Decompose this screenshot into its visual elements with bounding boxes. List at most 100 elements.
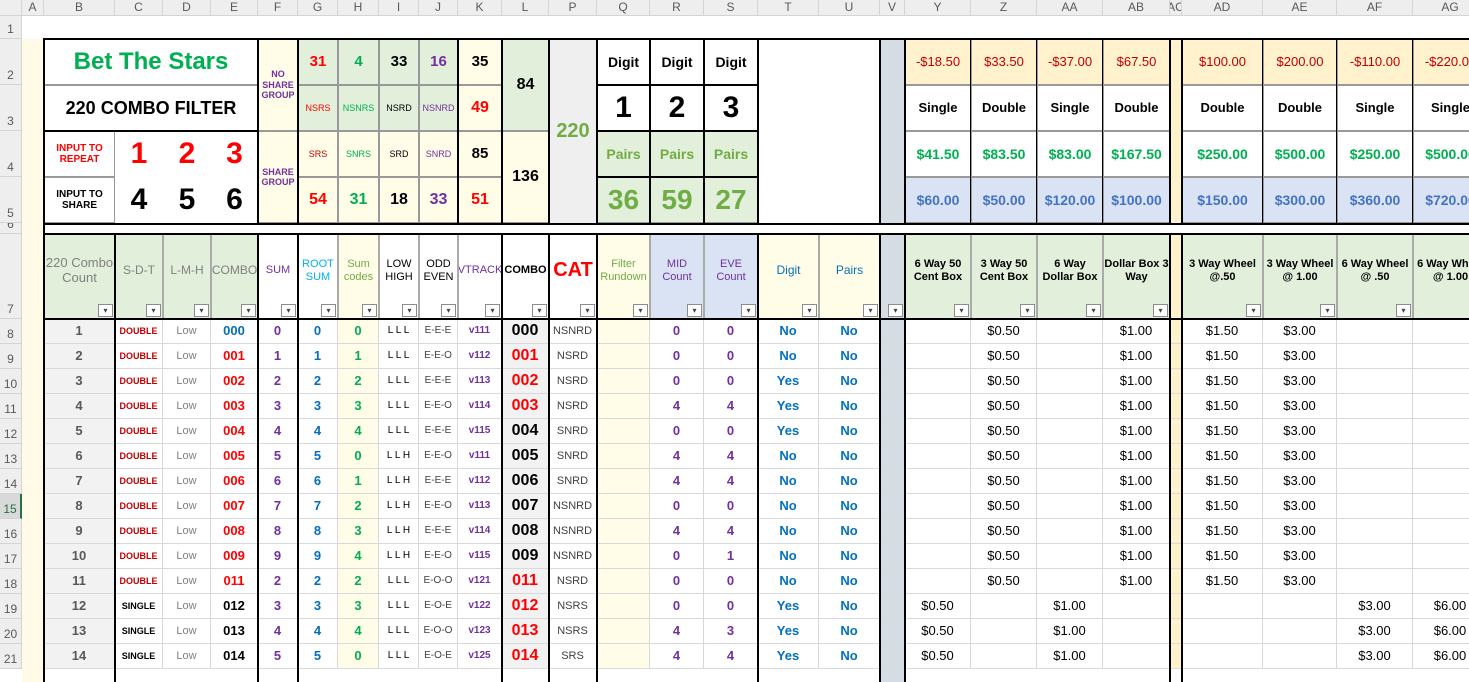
data-cell[interactable] [1182,594,1263,619]
data-cell[interactable]: $1.00 [1037,644,1103,669]
data-cell[interactable]: 2 [338,494,379,519]
data-cell[interactable]: 0 [338,319,379,344]
data-cell[interactable]: 3 [338,519,379,544]
data-cell[interactable]: L L L [379,569,419,594]
data-cell[interactable]: 2 [298,569,338,594]
data-cell[interactable]: 011 [211,569,258,594]
row-number[interactable]: 3 [0,85,22,131]
share-label[interactable]: SNRS [338,131,379,177]
data-cell[interactable]: 005 [211,444,258,469]
column-title[interactable]: 6 Way Wheel @ 1.00 [1413,234,1469,319]
data-cell[interactable]: No [819,569,880,594]
filter-dropdown-icon[interactable]: ▾ [281,304,296,317]
pairs-label[interactable]: Pairs [650,131,704,177]
data-cell[interactable]: 013 [502,619,549,644]
data-cell[interactable] [1337,419,1413,444]
data-cell[interactable]: $0.50 [971,494,1037,519]
profit-value[interactable]: -$37.00 [1037,39,1103,85]
column-header[interactable]: AD [1182,0,1263,16]
data-cell[interactable]: 8 [44,494,115,519]
filter-dropdown-icon[interactable]: ▾ [241,304,256,317]
filter-dropdown-icon[interactable]: ▾ [1320,304,1335,317]
data-cell[interactable]: $1.50 [1182,319,1263,344]
data-cell[interactable]: No [819,369,880,394]
cost-amount[interactable]: $60.00 [905,177,971,223]
filter-dropdown-icon[interactable]: ▾ [954,304,969,317]
data-cell[interactable]: 0 [704,319,758,344]
no-share-group-label[interactable]: NO SHARE GROUP [258,39,298,131]
data-cell[interactable]: 006 [502,469,549,494]
data-cell[interactable]: 014 [211,644,258,669]
data-cell[interactable]: 0 [704,369,758,394]
data-cell[interactable]: No [819,419,880,444]
filter-dropdown-icon[interactable]: ▾ [321,304,336,317]
data-cell[interactable]: $1.50 [1182,494,1263,519]
data-cell[interactable]: 007 [211,494,258,519]
data-cell[interactable]: 009 [502,544,549,569]
data-cell[interactable] [1037,519,1103,544]
data-cell[interactable] [880,519,905,544]
data-cell[interactable] [597,544,650,569]
data-cell[interactable]: $1.00 [1103,519,1170,544]
data-cell[interactable]: No [819,444,880,469]
data-cell[interactable]: 14 [44,644,115,669]
data-cell[interactable]: $3.00 [1263,569,1337,594]
play-type[interactable]: Single [905,85,971,131]
data-cell[interactable]: 4 [44,394,115,419]
data-cell[interactable]: 3 [338,394,379,419]
data-cell[interactable]: No [758,569,819,594]
filter-dropdown-icon[interactable]: ▾ [402,304,417,317]
data-cell[interactable]: 2 [258,569,298,594]
data-cell[interactable]: L L H [379,544,419,569]
play-type[interactable]: Single [1337,85,1413,131]
data-cell[interactable] [597,644,650,669]
data-cell[interactable]: $0.50 [971,394,1037,419]
data-cell[interactable]: 013 [211,619,258,644]
column-header[interactable]: Q [597,0,650,16]
data-cell[interactable]: L L H [379,469,419,494]
data-cell[interactable]: 3 [298,394,338,419]
ns-total[interactable]: 84 [502,39,549,131]
data-cell[interactable]: 9 [258,544,298,569]
data-cell[interactable] [1337,319,1413,344]
data-cell[interactable]: Low [163,369,211,394]
data-cell[interactable]: $1.00 [1103,369,1170,394]
column-header[interactable]: A [22,0,44,16]
data-cell[interactable]: No [819,394,880,419]
combo-total[interactable]: 220 [549,39,597,223]
data-cell[interactable] [597,444,650,469]
digit-value[interactable]: 3 [704,85,758,131]
data-cell[interactable] [880,644,905,669]
data-cell[interactable]: Low [163,319,211,344]
data-cell[interactable]: No [819,519,880,544]
data-cell[interactable]: E-E-E [419,419,458,444]
data-cell[interactable]: No [819,644,880,669]
data-cell[interactable]: $1.50 [1182,519,1263,544]
data-cell[interactable]: 4 [650,444,704,469]
data-cell[interactable]: $0.50 [971,519,1037,544]
digit-value[interactable]: 2 [650,85,704,131]
data-cell[interactable]: 4 [338,619,379,644]
data-cell[interactable]: 0 [650,594,704,619]
data-cell[interactable]: 10 [44,544,115,569]
data-cell[interactable]: 001 [502,344,549,369]
data-cell[interactable] [1413,544,1469,569]
data-cell[interactable]: 8 [258,519,298,544]
data-cell[interactable]: Low [163,469,211,494]
data-cell[interactable]: No [819,594,880,619]
column-header[interactable]: U [819,0,880,16]
cost-amount[interactable]: $120.00 [1037,177,1103,223]
data-cell[interactable]: v115 [458,544,502,569]
data-cell[interactable]: 4 [704,394,758,419]
data-cell[interactable]: 001 [211,344,258,369]
data-cell[interactable]: 4 [650,469,704,494]
data-cell[interactable]: 7 [298,494,338,519]
data-cell[interactable] [1263,619,1337,644]
data-cell[interactable]: v115 [458,419,502,444]
column-header[interactable]: Y [905,0,971,16]
filter-dropdown-icon[interactable]: ▾ [1246,304,1261,317]
data-cell[interactable]: Low [163,544,211,569]
group-label[interactable]: NSRD [379,85,419,131]
play-type[interactable]: Single [1037,85,1103,131]
data-cell[interactable]: 0 [650,569,704,594]
